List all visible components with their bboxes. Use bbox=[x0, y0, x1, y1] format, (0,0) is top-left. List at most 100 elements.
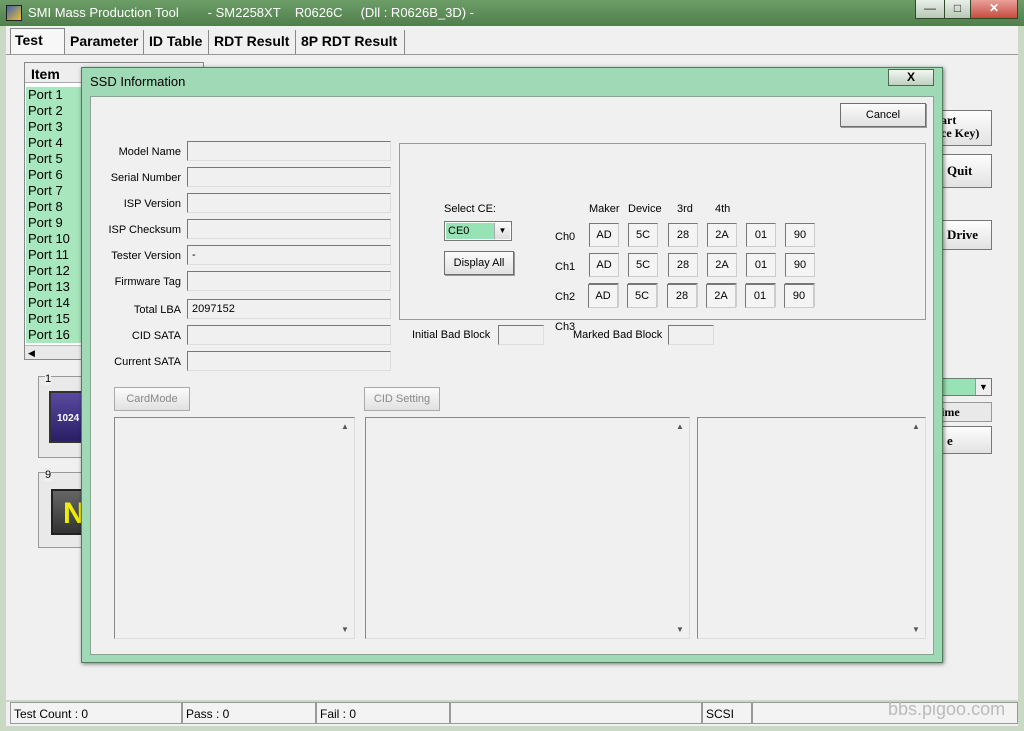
dropdown-arrow-icon[interactable]: ▼ bbox=[494, 223, 510, 239]
model-name-label: Model Name bbox=[118, 146, 181, 158]
output-textarea[interactable]: ▲ ▼ bbox=[697, 417, 926, 639]
initial-bad-block-label: Initial Bad Block bbox=[412, 329, 491, 341]
main-titlebar: SMI Mass Production Tool - SM2258XT R062… bbox=[0, 0, 1024, 26]
id-cell: 90 bbox=[785, 253, 815, 277]
cid-sata-field[interactable] bbox=[187, 325, 391, 345]
id-cell: AD bbox=[588, 284, 618, 308]
dialog-client-area: Cancel Model Name Serial Number ISP Vers… bbox=[90, 96, 934, 655]
tab-8p-rdt-result[interactable]: 8P RDT Result bbox=[297, 30, 405, 54]
header-3rd: 3rd bbox=[677, 203, 693, 215]
initial-bad-block-field[interactable] bbox=[498, 325, 544, 345]
id-cell: AD bbox=[589, 253, 619, 277]
tab-parameter[interactable]: Parameter bbox=[66, 30, 144, 54]
status-bar: Test Count : 0 Pass : 0 Fail : 0 SCSI bbox=[6, 702, 1018, 726]
id-cell: AD bbox=[589, 223, 619, 247]
id-cell: 2A bbox=[707, 253, 737, 277]
id-cell: 2A bbox=[706, 284, 736, 308]
tab-test[interactable]: Test bbox=[10, 28, 65, 54]
scroll-left-icon[interactable]: ◀ bbox=[28, 348, 35, 358]
column-header-item: Item bbox=[31, 66, 60, 82]
ssd-information-dialog: SSD Information X Cancel Model Name Seri… bbox=[81, 67, 943, 663]
isp-checksum-field[interactable] bbox=[187, 219, 391, 239]
cid-setting-button[interactable]: CID Setting bbox=[364, 387, 440, 411]
window-title: SMI Mass Production Tool - SM2258XT R062… bbox=[28, 5, 475, 20]
select-ce-value: CE0 bbox=[446, 223, 494, 239]
start-button[interactable]: art ce Key) bbox=[940, 110, 992, 146]
id-cell: 5C bbox=[628, 253, 658, 277]
cancel-button[interactable]: Cancel bbox=[840, 103, 926, 127]
background-select[interactable]: ▼ bbox=[940, 378, 992, 396]
slot-1-number: 1 bbox=[45, 373, 52, 385]
vertical-scrollbar[interactable]: ▲ ▼ bbox=[910, 419, 924, 637]
quit-button[interactable]: Quit bbox=[940, 154, 992, 188]
marked-bad-block-label: Marked Bad Block bbox=[573, 329, 663, 341]
isp-version-field[interactable] bbox=[187, 193, 391, 213]
display-all-button[interactable]: Display All bbox=[444, 251, 514, 275]
header-4th: 4th bbox=[715, 203, 731, 215]
tester-version-label: Tester Version bbox=[111, 250, 181, 262]
scroll-down-icon[interactable]: ▼ bbox=[912, 625, 920, 634]
id-cell: 5C bbox=[627, 284, 657, 308]
id-cell: 90 bbox=[784, 284, 814, 308]
current-sata-field[interactable] bbox=[187, 351, 391, 371]
card-mode-textarea[interactable]: ▲ ▼ bbox=[114, 417, 355, 639]
scroll-up-icon[interactable]: ▲ bbox=[341, 422, 349, 431]
firmware-tag-label: Firmware Tag bbox=[114, 276, 181, 288]
status-fail: Fail : 0 bbox=[316, 702, 450, 724]
select-ce-dropdown[interactable]: CE0 ▼ bbox=[444, 221, 512, 241]
status-empty bbox=[450, 702, 702, 724]
model-name-field[interactable] bbox=[187, 141, 391, 161]
status-interface: SCSI bbox=[702, 702, 752, 724]
restore-button[interactable]: □ bbox=[944, 0, 971, 19]
scroll-down-icon[interactable]: ▼ bbox=[341, 625, 349, 634]
channel-label-ch2: Ch2 bbox=[555, 291, 576, 303]
background-button[interactable]: e bbox=[940, 426, 992, 454]
scroll-up-icon[interactable]: ▲ bbox=[912, 422, 920, 431]
serial-number-label: Serial Number bbox=[110, 172, 181, 184]
watermark: bbs.pigoo.com bbox=[888, 699, 1006, 719]
isp-checksum-label: ISP Checksum bbox=[108, 224, 181, 236]
dialog-title: SSD Information bbox=[90, 74, 186, 89]
tab-strip-divider bbox=[6, 54, 1018, 55]
dropdown-arrow-icon[interactable]: ▼ bbox=[975, 379, 991, 395]
tab-rdt-result[interactable]: RDT Result bbox=[210, 30, 296, 54]
id-cell: 01 bbox=[746, 253, 776, 277]
cid-setting-textarea[interactable]: ▲ ▼ bbox=[365, 417, 690, 639]
app-icon bbox=[6, 5, 22, 21]
isp-version-label: ISP Version bbox=[123, 198, 181, 210]
dialog-close-button[interactable]: X bbox=[888, 69, 934, 86]
marked-bad-block-field[interactable] bbox=[668, 325, 714, 345]
minimize-button[interactable]: — bbox=[915, 0, 945, 19]
channel-label-ch0: Ch0 bbox=[555, 231, 576, 243]
total-lba-field[interactable]: 2097152 bbox=[187, 299, 391, 319]
firmware-tag-field[interactable] bbox=[187, 271, 391, 291]
vertical-scrollbar[interactable]: ▲ ▼ bbox=[674, 419, 688, 637]
id-cell: 90 bbox=[785, 223, 815, 247]
status-pass: Pass : 0 bbox=[182, 702, 316, 724]
id-cell: 28 bbox=[668, 223, 698, 247]
header-maker: Maker bbox=[589, 203, 620, 215]
header-device: Device bbox=[628, 203, 662, 215]
id-cell: 2A bbox=[707, 223, 737, 247]
tab-id-table[interactable]: ID Table bbox=[145, 30, 209, 54]
id-cell: 5C bbox=[628, 223, 658, 247]
id-cell: 01 bbox=[746, 223, 776, 247]
channel-label-ch1: Ch1 bbox=[555, 261, 576, 273]
scroll-down-icon[interactable]: ▼ bbox=[676, 625, 684, 634]
serial-number-field[interactable] bbox=[187, 167, 391, 187]
cid-sata-label: CID SATA bbox=[131, 330, 181, 342]
vertical-scrollbar[interactable]: ▲ ▼ bbox=[339, 419, 353, 637]
drive-button[interactable]: Drive bbox=[940, 220, 992, 250]
status-test-count: Test Count : 0 bbox=[10, 702, 182, 724]
tester-version-field[interactable]: - bbox=[187, 245, 391, 265]
current-sata-label: Current SATA bbox=[114, 356, 181, 368]
slot-9-number: 9 bbox=[45, 469, 52, 481]
close-button[interactable]: ✕ bbox=[970, 0, 1018, 19]
scroll-up-icon[interactable]: ▲ bbox=[676, 422, 684, 431]
id-cell: 01 bbox=[745, 284, 775, 308]
time-label: ime bbox=[940, 402, 992, 422]
drive-icon-label: 1024 bbox=[57, 413, 80, 424]
card-mode-button[interactable]: CardMode bbox=[114, 387, 190, 411]
id-cell: 28 bbox=[667, 284, 697, 308]
total-lba-label: Total LBA bbox=[133, 304, 181, 316]
